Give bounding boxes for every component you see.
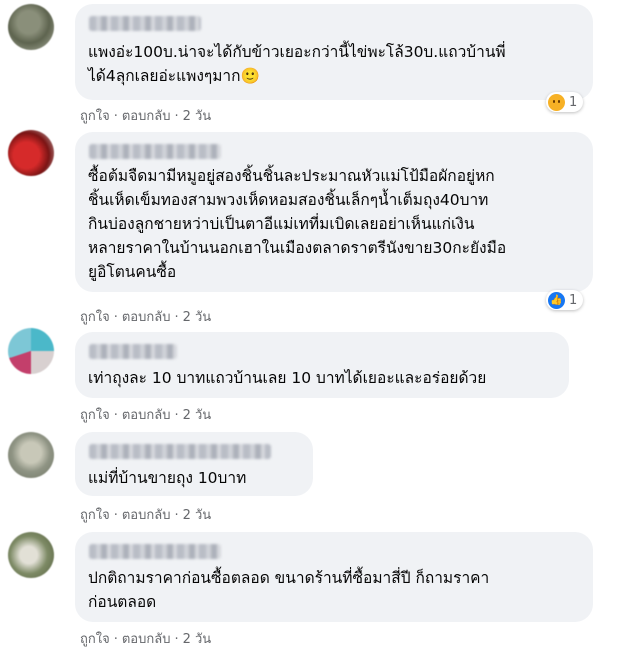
separator: ·: [174, 310, 179, 325]
timestamp[interactable]: 2 วัน: [183, 508, 212, 523]
timestamp[interactable]: 2 วัน: [183, 109, 212, 124]
comment-actions: ถูกใจ · ตอบกลับ · 2 วัน: [80, 404, 211, 425]
author-name[interactable]: [89, 444, 271, 459]
comment-bubble: ซื้อต้มจืดมามีหมูอยู่สองชิ้นชิ้นละประมาณ…: [75, 132, 593, 292]
reaction-badge[interactable]: 👍 1: [546, 290, 584, 310]
separator: ·: [174, 508, 179, 523]
comment-actions: ถูกใจ · ตอบกลับ · 2 วัน: [80, 306, 211, 327]
comment-text: ปกติถามราคาก่อนซื้อตลอด ขนาดร้านที่ซื้อม…: [88, 569, 490, 611]
separator: ·: [113, 408, 118, 423]
timestamp[interactable]: 2 วัน: [183, 632, 212, 647]
like-button[interactable]: ถูกใจ: [80, 109, 110, 124]
comment-text: แพงอ่ะ100บ.น่าจะได้กับข้าวเยอะกว่านี้ไข่…: [88, 43, 506, 85]
comment-thread: แพงอ่ะ100บ.น่าจะได้กับข้าวเยอะกว่านี้ไข่…: [0, 0, 640, 651]
reaction-badge[interactable]: 1: [546, 92, 584, 112]
author-name[interactable]: [89, 344, 177, 359]
comment-bubble: แพงอ่ะ100บ.น่าจะได้กับข้าวเยอะกว่านี้ไข่…: [75, 4, 593, 100]
reaction-count: 1: [569, 292, 578, 308]
separator: ·: [174, 109, 179, 124]
avatar[interactable]: [8, 328, 54, 374]
reply-button[interactable]: ตอบกลับ: [122, 310, 171, 325]
like-button[interactable]: ถูกใจ: [80, 632, 110, 647]
like-button[interactable]: ถูกใจ: [80, 310, 110, 325]
reaction-count: 1: [569, 94, 578, 110]
comment-actions: ถูกใจ · ตอบกลับ · 2 วัน: [80, 504, 211, 525]
comment-actions: ถูกใจ · ตอบกลับ · 2 วัน: [80, 628, 211, 649]
separator: ·: [174, 408, 179, 423]
reply-button[interactable]: ตอบกลับ: [122, 508, 171, 523]
comment-text: ซื้อต้มจืดมามีหมูอยู่สองชิ้นชิ้นละประมาณ…: [88, 167, 507, 281]
avatar[interactable]: [8, 130, 54, 176]
avatar[interactable]: [8, 532, 54, 578]
timestamp[interactable]: 2 วัน: [183, 408, 212, 423]
separator: ·: [113, 508, 118, 523]
separator: ·: [113, 632, 118, 647]
comment-bubble: ปกติถามราคาก่อนซื้อตลอด ขนาดร้านที่ซื้อม…: [75, 532, 593, 622]
author-name[interactable]: [89, 544, 221, 559]
comment-bubble: แม่ที่บ้านขายถุง 10บาท: [75, 432, 313, 496]
separator: ·: [113, 310, 118, 325]
author-name[interactable]: [89, 144, 221, 159]
reply-button[interactable]: ตอบกลับ: [122, 632, 171, 647]
like-button[interactable]: ถูกใจ: [80, 508, 110, 523]
reply-button[interactable]: ตอบกลับ: [122, 408, 171, 423]
comment-text: แม่ที่บ้านขายถุง 10บาท: [88, 469, 247, 487]
timestamp[interactable]: 2 วัน: [183, 310, 212, 325]
separator: ·: [174, 632, 179, 647]
sad-reaction-icon: [548, 93, 565, 111]
separator: ·: [113, 109, 118, 124]
reply-button[interactable]: ตอบกลับ: [122, 109, 171, 124]
like-reaction-icon: 👍: [548, 291, 565, 309]
avatar[interactable]: [8, 432, 54, 478]
comment-bubble: เท่าถุงละ 10 บาทแถวบ้านเลย 10 บาทได้เยอะ…: [75, 332, 569, 398]
author-name[interactable]: [89, 16, 201, 31]
avatar[interactable]: [8, 4, 54, 50]
like-button[interactable]: ถูกใจ: [80, 408, 110, 423]
comment-actions: ถูกใจ · ตอบกลับ · 2 วัน: [80, 105, 211, 126]
comment-text: เท่าถุงละ 10 บาทแถวบ้านเลย 10 บาทได้เยอะ…: [88, 369, 487, 387]
